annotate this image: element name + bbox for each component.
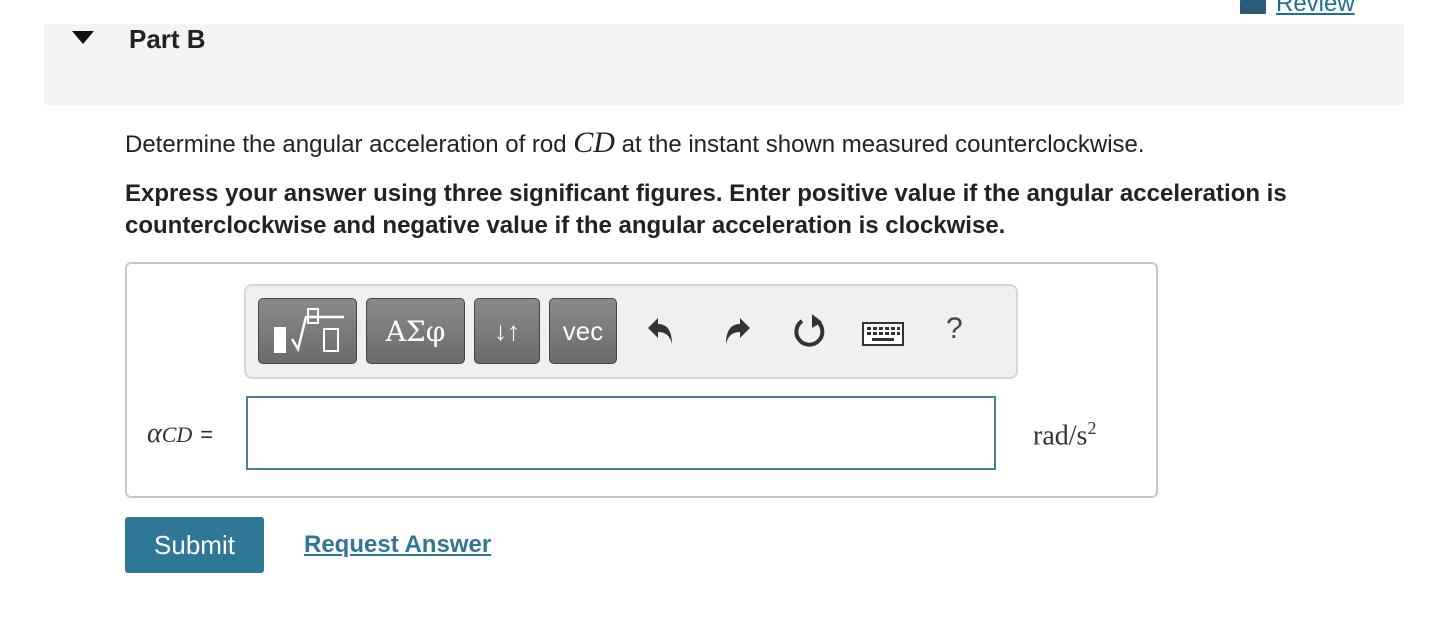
review-label: Review bbox=[1276, 0, 1355, 17]
answer-variable-label: αCD = bbox=[147, 418, 213, 450]
answer-instructions: Express your answer using three signific… bbox=[125, 180, 1287, 239]
units-label: rad/s2 bbox=[1033, 418, 1096, 452]
alpha-subscript: CD bbox=[161, 422, 193, 447]
units-main: rad/s bbox=[1033, 420, 1088, 452]
undo-icon[interactable] bbox=[644, 310, 678, 350]
request-answer-link[interactable]: Request Answer bbox=[304, 531, 491, 559]
equals-sign: = bbox=[200, 422, 214, 447]
review-link[interactable]: Review bbox=[1240, 0, 1355, 18]
templates-icon bbox=[273, 308, 344, 353]
reset-icon[interactable] bbox=[790, 310, 830, 352]
help-button[interactable]: ? bbox=[946, 312, 963, 346]
vector-button[interactable]: vec bbox=[549, 298, 617, 364]
question-text: Determine the angular acceleration of ro… bbox=[125, 126, 1415, 160]
book-icon bbox=[1240, 0, 1266, 14]
question-text-before: Determine the angular acceleration of ro… bbox=[125, 131, 574, 158]
answer-input[interactable] bbox=[246, 396, 996, 470]
units-exponent: 2 bbox=[1087, 418, 1097, 438]
greek-symbols-button[interactable]: ΑΣφ bbox=[366, 298, 465, 364]
part-header bbox=[44, 24, 1404, 105]
question-text-after: at the instant shown measured counterclo… bbox=[614, 131, 1145, 158]
rod-variable: CD bbox=[573, 126, 615, 159]
arrows-button[interactable]: ↓↑ bbox=[474, 298, 540, 364]
submit-button[interactable]: Submit bbox=[125, 517, 264, 573]
keyboard-icon[interactable] bbox=[862, 322, 904, 348]
part-title: Part B bbox=[129, 24, 206, 54]
alpha-symbol: α bbox=[147, 418, 162, 449]
collapse-caret-icon[interactable] bbox=[72, 31, 94, 44]
redo-icon[interactable] bbox=[720, 310, 754, 350]
math-toolbar: ΑΣφ ↓↑ vec ? bbox=[244, 284, 1018, 379]
templates-button[interactable] bbox=[258, 298, 357, 364]
